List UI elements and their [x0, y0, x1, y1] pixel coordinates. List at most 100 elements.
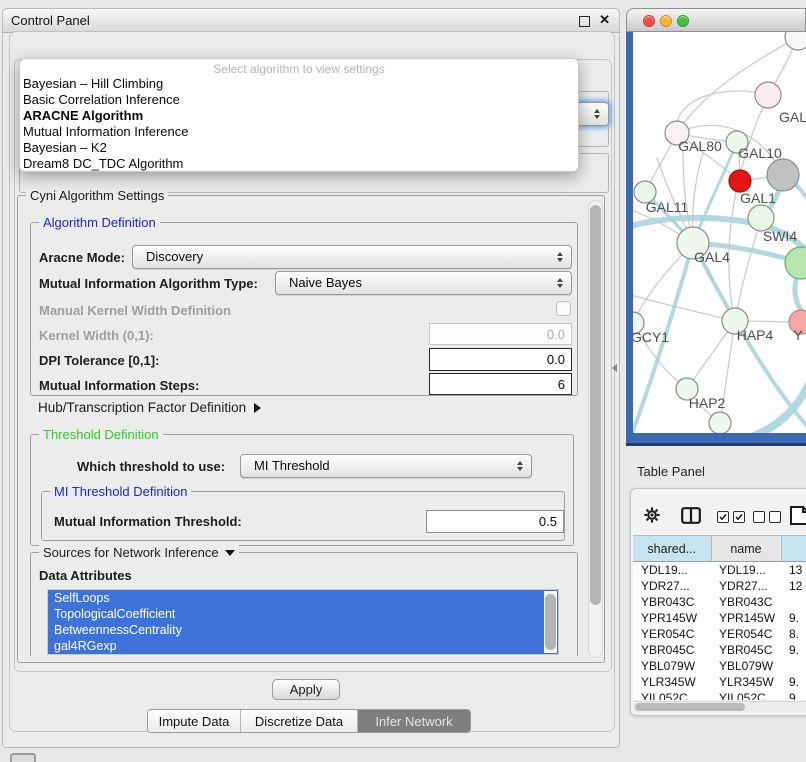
select-all-checked-icon[interactable] — [717, 511, 745, 523]
hub-definition-expander[interactable]: Hub/Transcription Factor Definition — [38, 399, 261, 417]
node-label: SWI4 — [763, 228, 797, 244]
algorithm-option[interactable]: Bayesian – Hill Climbing — [23, 76, 578, 92]
table-row[interactable]: YBR045CYBR045C9. — [633, 642, 806, 658]
data-attribute-option[interactable]: BetweennessCentrality — [48, 622, 558, 638]
table-header-row: shared... name — [633, 536, 806, 562]
algorithm-option[interactable]: Dream8 DC_TDC Algorithm — [23, 156, 578, 172]
expander-arrow-icon — [254, 403, 261, 413]
tab-infer-network[interactable]: Infer Network — [358, 710, 470, 732]
sources-title[interactable]: Sources for Network Inference — [39, 545, 239, 560]
kernel-width-input[interactable] — [429, 323, 572, 345]
mi-steps-label: Mutual Information Steps: — [39, 378, 199, 393]
data-attribute-option[interactable]: SelfLoops — [48, 590, 558, 606]
table-row[interactable]: YDR27...YDR27...12 — [633, 578, 806, 594]
table-row[interactable]: YBR043CYBR043C — [633, 594, 806, 610]
network-node-labels: GALGAL80GAL10GAL1SWI4GAL11GAL4GCY1HAP4YH… — [633, 109, 806, 411]
tab-impute-data[interactable]: Impute Data — [148, 710, 241, 732]
screen: Control Panel ✕ Network Style Select Cyn… — [0, 0, 806, 762]
dock-grip-icon[interactable] — [10, 753, 36, 762]
network-node[interactable] — [785, 32, 806, 50]
mi-steps-input[interactable] — [429, 373, 572, 395]
network-node[interactable] — [767, 159, 799, 191]
node-attribute-table[interactable]: shared... name YDL19...YDL19...13YDR27..… — [633, 535, 806, 700]
which-threshold-select[interactable]: MI Threshold — [240, 454, 532, 478]
window-title: Control Panel — [11, 13, 90, 28]
deselect-all-unchecked-icon[interactable] — [753, 511, 781, 523]
data-attribute-option[interactable]: gal4RGexp — [48, 638, 558, 654]
algorithm-option[interactable]: Bayesian – K2 — [23, 140, 578, 156]
mi-type-label: Mutual Information Algorithm Type: — [39, 276, 258, 291]
algorithm-definition-group: Algorithm Definition Aracne Mode: Discov… — [30, 222, 578, 396]
table-horizontal-scrollbar[interactable] — [633, 701, 806, 712]
mi-algorithm-type-select[interactable]: Naive Bayes — [275, 271, 572, 295]
combo-spinner-icon — [594, 109, 600, 119]
splitter-arrow-icon[interactable] — [612, 364, 617, 372]
network-node[interactable] — [709, 412, 731, 433]
float-window-icon[interactable] — [579, 16, 590, 27]
node-label: GAL10 — [738, 145, 782, 161]
network-window-titlebar[interactable] — [626, 8, 806, 32]
aracne-mode-label: Aracne Mode: — [39, 250, 125, 265]
cyni-bottom-tabbar: Impute Data Discretize Data Infer Networ… — [147, 709, 471, 733]
column-header-shared-name[interactable]: shared... — [633, 536, 711, 562]
table-row[interactable]: YBL079WYBL079W — [633, 658, 806, 674]
collapse-arrow-icon — [225, 550, 235, 556]
table-row[interactable]: YLR345WYLR345W9. — [633, 674, 806, 690]
threshold-definition-group: Threshold Definition Which threshold to … — [30, 434, 574, 546]
column-header-name[interactable]: name — [711, 536, 781, 562]
mi-threshold-definition-group: MI Threshold Definition Mutual Informati… — [41, 491, 565, 541]
settings-scrollbar[interactable] — [588, 200, 603, 658]
which-threshold-label: Which threshold to use: — [77, 459, 225, 474]
node-label: GCY1 — [633, 329, 669, 345]
new-table-icon[interactable] — [789, 505, 806, 531]
group-title: Threshold Definition — [39, 427, 163, 442]
network-node[interactable] — [755, 82, 781, 108]
table-panel-title: Table Panel — [637, 464, 705, 479]
group-title: Cyni Algorithm Settings — [26, 188, 168, 203]
algorithm-option[interactable]: Mutual Information Inference — [23, 124, 578, 140]
network-graph: GALGAL80GAL10GAL1SWI4GAL11GAL4GCY1HAP4YH… — [633, 32, 806, 433]
table-row[interactable]: YIL052CYIL052C9. — [633, 690, 806, 700]
data-attributes-list[interactable]: SelfLoopsTopologicalCoefficientBetweenne… — [47, 589, 559, 655]
control-panel-titlebar[interactable]: Control Panel ✕ — [3, 9, 619, 33]
settings-scrollbar-thumb[interactable] — [590, 205, 601, 605]
close-icon[interactable]: ✕ — [599, 12, 610, 28]
minimize-traffic-light-icon[interactable] — [660, 15, 672, 27]
aracne-mode-select[interactable]: Discovery — [132, 245, 572, 269]
table-row[interactable]: YDL19...YDL19...13 — [633, 562, 806, 579]
kernel-width-label: Kernel Width (0,1): — [39, 328, 154, 343]
gear-icon[interactable] — [643, 506, 661, 529]
data-attributes-label: Data Attributes — [39, 568, 132, 583]
manual-kernel-checkbox[interactable] — [556, 301, 571, 316]
zoom-traffic-light-icon[interactable] — [677, 15, 689, 27]
close-traffic-light-icon[interactable] — [643, 15, 655, 27]
table-row[interactable]: YPR145WYPR145W9. — [633, 610, 806, 626]
list-scrollbar[interactable] — [544, 591, 557, 653]
node-label: HAP2 — [689, 395, 726, 411]
node-label: GAL — [779, 109, 806, 125]
columns-icon[interactable] — [681, 507, 701, 529]
apply-button[interactable]: Apply — [272, 679, 340, 700]
node-label: GAL4 — [694, 249, 730, 265]
dpi-tolerance-input[interactable] — [429, 348, 572, 371]
mi-threshold-input[interactable] — [426, 510, 564, 533]
algorithm-option[interactable]: Basic Correlation Inference — [23, 92, 578, 108]
group-title: Algorithm Definition — [39, 215, 160, 230]
network-node[interactable] — [785, 247, 806, 279]
combo-spinner-icon — [517, 461, 523, 471]
tab-discretize-data[interactable]: Discretize Data — [241, 710, 358, 732]
network-canvas[interactable]: GALGAL80GAL10GAL1SWI4GAL11GAL4GCY1HAP4YH… — [633, 32, 806, 433]
combo-spinner-icon — [557, 252, 563, 262]
table-hscrollbar-thumb[interactable] — [635, 703, 745, 711]
manual-kernel-label: Manual Kernel Width Definition — [39, 303, 231, 318]
data-attribute-option[interactable]: TopologicalCoefficient — [48, 606, 558, 622]
table-row[interactable]: YER054CYER054C8. — [633, 626, 806, 642]
list-scrollbar-thumb[interactable] — [545, 594, 556, 650]
mi-threshold-label: Mutual Information Threshold: — [54, 514, 242, 529]
table-panel: shared... name YDL19...YDL19...13YDR27..… — [630, 488, 806, 716]
cyni-algorithm-settings-group: Cyni Algorithm Settings Algorithm Defini… — [17, 195, 605, 663]
dpi-tolerance-label: DPI Tolerance [0,1]: — [39, 353, 159, 368]
column-header-partial[interactable] — [781, 536, 806, 562]
network-node[interactable] — [729, 170, 751, 192]
algorithm-option[interactable]: ARACNE Algorithm — [23, 108, 578, 124]
